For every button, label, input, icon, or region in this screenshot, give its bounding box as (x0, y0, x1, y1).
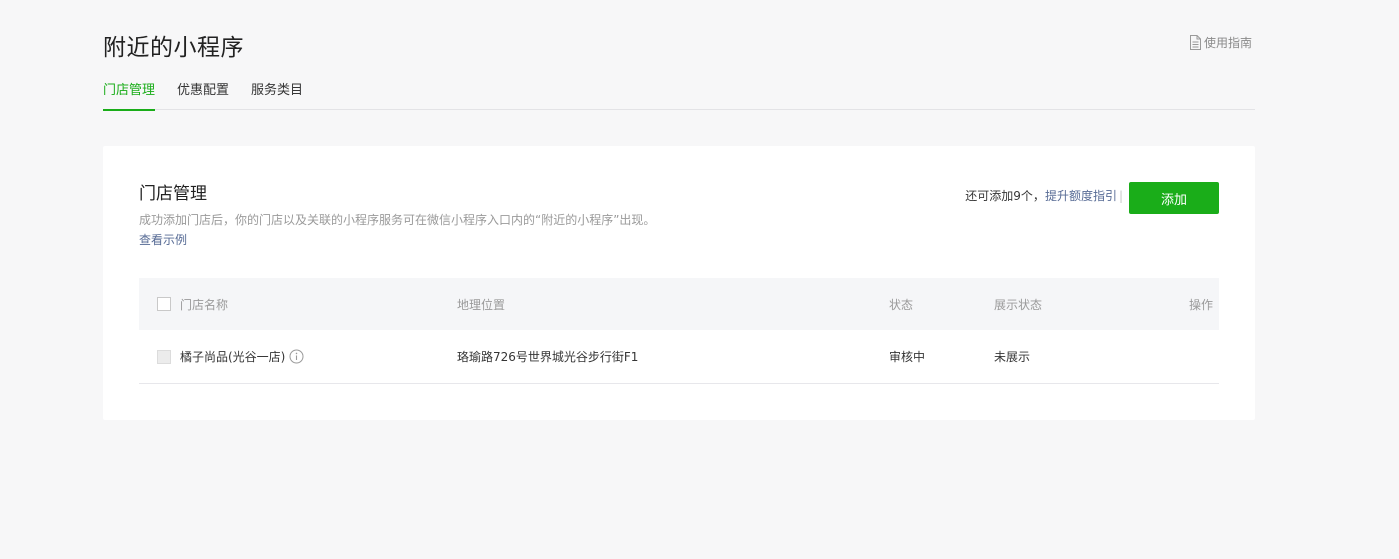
store-display-status: 未展示 (994, 350, 1031, 364)
upgrade-quota-link[interactable]: 提升额度指引 (1045, 187, 1117, 204)
tab-store-management[interactable]: 门店管理 (103, 78, 156, 111)
info-icon[interactable] (289, 349, 304, 364)
store-name: 橘子尚品(光谷一店) (180, 350, 286, 364)
header-store-name: 门店名称 (180, 297, 229, 312)
store-management-card: 门店管理 成功添加门店后，你的门店以及关联的小程序服务可在微信小程序入口内的“附… (103, 146, 1255, 420)
store-status: 审核中 (889, 350, 926, 364)
quota-text: 还可添加9个， (965, 189, 1045, 203)
store-address: 珞瑜路726号世界城光谷步行街F1 (457, 350, 639, 364)
header-status: 状态 (889, 297, 914, 312)
table-row: 橘子尚品(光谷一店) 珞瑜路726号世界城光谷步行街F1 审核中 未展示 (139, 330, 1219, 384)
tab-coupon-config[interactable]: 优惠配置 (177, 78, 229, 110)
store-name-cell: 橘子尚品(光谷一店) (180, 348, 304, 365)
view-example-link[interactable]: 查看示例 (139, 231, 187, 248)
card-title: 门店管理 (139, 184, 207, 204)
tab-service-category[interactable]: 服务类目 (251, 78, 303, 110)
guide-label: 使用指南 (1204, 36, 1253, 50)
document-icon (1189, 35, 1202, 50)
table-header: 门店名称 地理位置 状态 展示状态 操作 (139, 278, 1219, 330)
row-checkbox[interactable] (157, 349, 171, 364)
divider: | (1118, 188, 1123, 203)
tab-bar: 门店管理 优惠配置 服务类目 (103, 78, 1255, 111)
page-title: 附近的小程序 (103, 35, 244, 61)
header-address: 地理位置 (457, 297, 506, 312)
header-operation: 操作 (1188, 297, 1213, 312)
store-table: 门店名称 地理位置 状态 展示状态 操作 橘子尚品(光谷一店) 珞瑜路726号世… (139, 278, 1219, 384)
add-store-button[interactable]: 添加 (1129, 182, 1219, 214)
select-all-checkbox[interactable] (157, 297, 171, 312)
header-display-status: 展示状态 (994, 297, 1043, 312)
guide-link[interactable]: 使用指南 (1189, 34, 1252, 51)
card-description: 成功添加门店后，你的门店以及关联的小程序服务可在微信小程序入口内的“附近的小程序… (139, 213, 656, 227)
quota-info: 还可添加9个， 提升额度指引 | (965, 187, 1123, 204)
